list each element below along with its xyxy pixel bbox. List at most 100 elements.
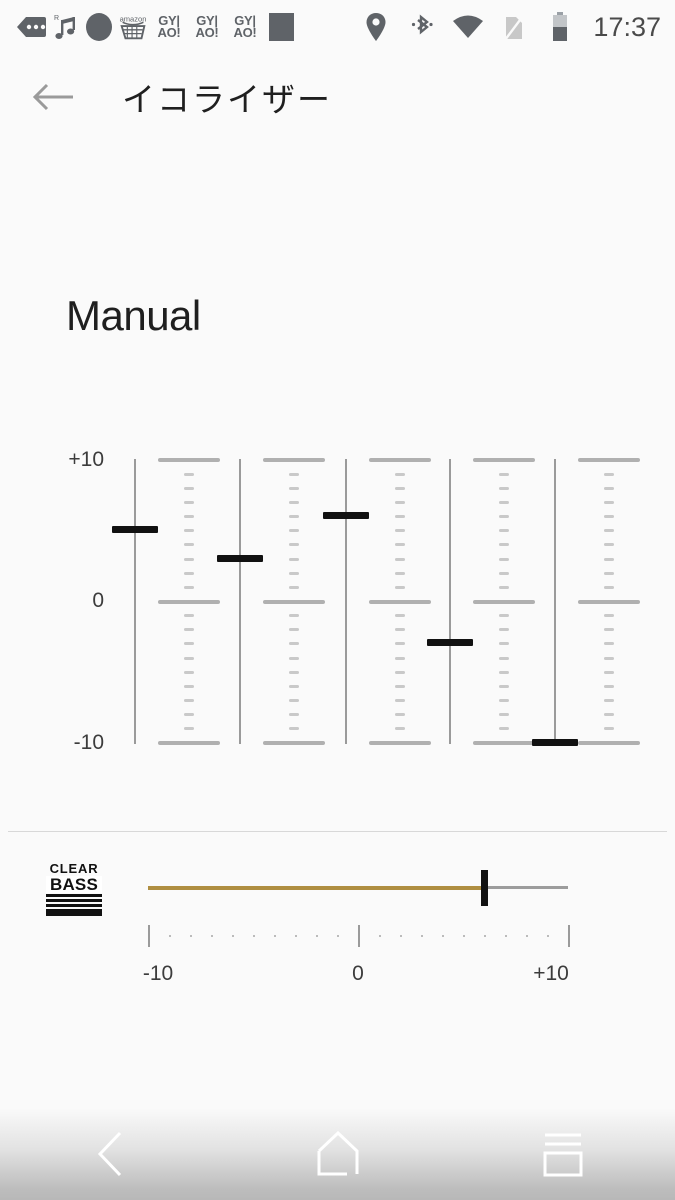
equalizer-tick (395, 515, 405, 519)
equalizer-tick (289, 585, 299, 589)
equalizer-tick (289, 699, 299, 703)
equalizer-tick (184, 727, 194, 731)
equalizer-tick (499, 670, 509, 674)
clear-bass-major-tick (148, 925, 150, 947)
equalizer-tick (289, 642, 299, 646)
clear-bass-label-min: -10 (142, 962, 174, 985)
clear-bass-minor-tick (505, 935, 507, 937)
equalizer-tick (395, 727, 405, 731)
clear-bass-minor-tick (211, 935, 213, 937)
equalizer-tick (184, 614, 194, 618)
equalizer-band-thumb[interactable] (532, 738, 578, 746)
equalizer-tick (604, 670, 614, 674)
equalizer-gridline (263, 599, 325, 604)
equalizer-graph: +10 0 -10 400 1k 2.5k 6.3k 15.6k (0, 440, 675, 820)
equalizer-gridline (263, 458, 325, 462)
equalizer-tick (395, 656, 405, 660)
clear-bass-fill (148, 886, 484, 890)
equalizer-tick-column (369, 458, 431, 745)
equalizer-gridline (473, 458, 535, 462)
clear-bass-minor-tick (484, 935, 486, 937)
equalizer-tick (395, 614, 405, 618)
equalizer-tick (499, 486, 509, 490)
circle-app-icon (82, 10, 116, 44)
equalizer-tick (604, 656, 614, 660)
equalizer-tick (184, 699, 194, 703)
equalizer-tick-column (263, 458, 325, 745)
wifi-icon (451, 10, 485, 44)
equalizer-tick (289, 713, 299, 717)
clear-bass-slider[interactable] (148, 870, 568, 906)
equalizer-tick (604, 628, 614, 632)
nav-recents-icon[interactable] (503, 1108, 623, 1200)
equalizer-tick (604, 585, 614, 589)
equalizer-tick (604, 472, 614, 476)
equalizer-gridline (158, 599, 220, 604)
equalizer-tick (289, 515, 299, 519)
equalizer-tick (395, 557, 405, 561)
clear-bass-logo-line2: BASS (46, 876, 102, 893)
equalizer-tick (184, 670, 194, 674)
amazon-cart-icon: amazon (116, 10, 150, 44)
clear-bass-thumb[interactable] (480, 870, 488, 906)
equalizer-tick (289, 628, 299, 632)
equalizer-band-thumb[interactable] (217, 554, 263, 562)
equalizer-tick (499, 529, 509, 533)
equalizer-tick-column (578, 458, 640, 745)
equalizer-gridline (578, 741, 640, 745)
equalizer-tick (499, 557, 509, 561)
equalizer-band-thumb[interactable] (112, 526, 158, 534)
equalizer-band-thumb[interactable] (323, 512, 369, 520)
clear-bass-minor-tick (400, 935, 402, 937)
equalizer-tick-column (158, 458, 220, 745)
equalizer-tick (604, 515, 614, 519)
nav-home-icon[interactable] (278, 1108, 398, 1200)
equalizer-tick (289, 670, 299, 674)
equalizer-tick (499, 585, 509, 589)
gyao-line-2: AO! (157, 25, 181, 40)
equalizer-band-slider[interactable] (323, 459, 369, 744)
equalizer-tick (499, 543, 509, 547)
equalizer-tick (395, 684, 405, 688)
clear-bass-minor-tick (295, 935, 297, 937)
equalizer-tick (395, 571, 405, 575)
clear-bass-minor-tick (232, 935, 234, 937)
equalizer-tick (184, 642, 194, 646)
equalizer-band-slider[interactable] (427, 459, 473, 744)
equalizer-gridline (578, 599, 640, 604)
equalizer-band-slider[interactable] (532, 459, 578, 746)
gyao-line-2: AO! (233, 25, 257, 40)
equalizer-gridline (369, 599, 431, 604)
equalizer-gridline (473, 741, 535, 745)
equalizer-tick (184, 713, 194, 717)
messages-icon (14, 10, 48, 44)
clear-bass-minor-tick (463, 935, 465, 937)
page-title: イコライザー (122, 80, 332, 119)
equalizer-band-slider[interactable] (112, 459, 158, 744)
equalizer-tick (289, 486, 299, 490)
equalizer-tick (604, 529, 614, 533)
square-app-icon (264, 10, 298, 44)
equalizer-tick (499, 472, 509, 476)
equalizer-tick (499, 614, 509, 618)
equalizer-tick (289, 543, 299, 547)
equalizer-tick (604, 571, 614, 575)
clear-bass-logo-icon: CLEAR BASS (46, 862, 102, 916)
clear-bass-section: CLEAR BASS (0, 850, 675, 990)
nav-back-icon[interactable] (53, 1108, 173, 1200)
clear-bass-minor-tick (190, 935, 192, 937)
equalizer-tick (395, 699, 405, 703)
clear-bass-label-mid: 0 (352, 962, 364, 985)
system-nav-bar (0, 1108, 675, 1200)
equalizer-tick (184, 684, 194, 688)
app-bar: イコライザー (0, 54, 675, 140)
equalizer-tick (499, 713, 509, 717)
y-axis-label-plus10: +10 (68, 448, 104, 471)
arrow-left-icon[interactable] (30, 73, 78, 121)
equalizer-band-thumb[interactable] (427, 639, 473, 647)
clear-bass-minor-tick (169, 935, 171, 937)
equalizer-tick (395, 543, 405, 547)
equalizer-tick (604, 500, 614, 504)
equalizer-band-slider[interactable] (217, 459, 263, 744)
equalizer-tick (184, 515, 194, 519)
